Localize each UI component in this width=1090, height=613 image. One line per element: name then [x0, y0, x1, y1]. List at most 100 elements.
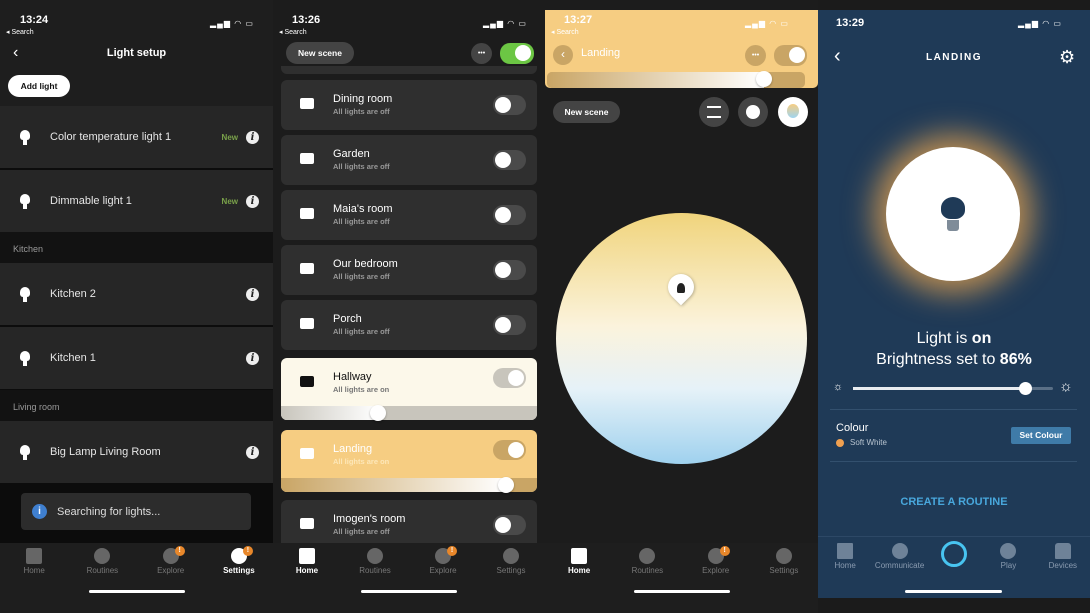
tab-home[interactable]: Home: [273, 548, 341, 613]
tab-settings[interactable]: Settings: [477, 548, 545, 613]
tab-routines[interactable]: Routines: [341, 548, 409, 613]
back-button[interactable]: ‹: [553, 45, 573, 65]
room-icon: [300, 263, 314, 274]
info-icon[interactable]: i: [246, 351, 259, 365]
room-toggle[interactable]: [493, 440, 526, 460]
more-button[interactable]: •••: [471, 43, 492, 64]
light-row[interactable]: Big Lamp Living Room i: [0, 421, 273, 483]
back-to-search[interactable]: ◂ Search: [551, 28, 579, 36]
brightness-low-icon: ☼: [833, 381, 844, 393]
tab-settings[interactable]: ! Settings: [205, 546, 273, 613]
home-indicator: [905, 590, 1002, 593]
list-view-icon[interactable]: [699, 97, 729, 127]
home-display-icon: [837, 543, 854, 559]
page-title: LANDING: [925, 52, 983, 63]
searching-toast: i Searching for lights...: [21, 493, 251, 530]
tab-bar: Home Routines ! Explore ! Settings: [0, 543, 273, 613]
light-row[interactable]: Color temperature light 1 New i: [0, 106, 273, 168]
new-scene-button[interactable]: New scene: [286, 42, 354, 64]
brightness-slider[interactable]: [547, 71, 805, 88]
landing-room-screen: 13:27 ◂ Search ▂▄▆ ◠ ▭ ‹ Landing ••• New…: [545, 0, 818, 613]
room-card[interactable]: Landing All lights are on: [281, 430, 537, 493]
notification-badge: !: [242, 546, 253, 556]
brightness-high-icon: ☼: [1059, 378, 1073, 395]
room-card[interactable]: Porch All lights are off: [281, 300, 537, 350]
tab-explore[interactable]: ! Explore: [409, 546, 477, 613]
room-card[interactable]: Our bedroom All lights are off: [281, 245, 537, 295]
add-light-button[interactable]: Add light: [8, 75, 70, 97]
room-toggle[interactable]: [493, 205, 526, 225]
create-routine-link[interactable]: CREATE A ROUTINE: [818, 496, 1090, 508]
back-to-search[interactable]: ◂ Search: [6, 28, 34, 36]
home-icon: [571, 548, 588, 564]
tab-bar: Home Routines ! Explore Settings: [545, 543, 818, 613]
tab-settings[interactable]: Settings: [750, 548, 818, 613]
light-name: Color temperature light 1: [50, 131, 172, 143]
tab-routines[interactable]: Routines: [68, 548, 136, 613]
tab-bar: Home Routines ! Explore Settings: [273, 543, 545, 613]
room-name: Porch: [333, 313, 362, 325]
light-row[interactable]: Kitchen 2 i: [0, 263, 273, 325]
room-title: Landing: [581, 47, 621, 59]
notification-badge: !: [719, 546, 730, 556]
light-name: Dimmable light 1: [50, 195, 132, 207]
room-card[interactable]: Hallway All lights are on: [281, 358, 537, 421]
light-row[interactable]: Dimmable light 1 New i: [0, 170, 273, 232]
status-icons: ▂▄▆ ◠ ▭: [1018, 19, 1062, 28]
play-icon: [1000, 543, 1017, 559]
room-toggle[interactable]: [774, 45, 807, 66]
tab-routines[interactable]: Routines: [613, 548, 681, 613]
room-toggle[interactable]: [493, 515, 526, 535]
more-button[interactable]: •••: [745, 45, 766, 66]
tab-home[interactable]: Home: [818, 543, 872, 598]
info-icon[interactable]: i: [246, 287, 259, 301]
palette-icon[interactable]: [738, 97, 768, 127]
room-toggle[interactable]: [493, 95, 526, 115]
gear-icon[interactable]: ⚙: [1059, 47, 1075, 68]
room-status: All lights are on: [333, 457, 390, 466]
brightness-slider[interactable]: [281, 405, 537, 421]
bulb-icon: [20, 350, 30, 366]
tab-explore[interactable]: ! Explore: [682, 546, 750, 613]
room-name: Maia's room: [333, 203, 393, 215]
room-card[interactable]: Garden All lights are off: [281, 135, 537, 185]
room-status: All lights are off: [333, 272, 390, 281]
info-icon[interactable]: i: [246, 445, 259, 459]
room-icon: [300, 448, 314, 459]
room-toggle[interactable]: [493, 260, 526, 280]
brightness-slider[interactable]: [853, 382, 1053, 395]
alexa-ring-icon: [941, 541, 968, 567]
brightness-slider[interactable]: [281, 477, 537, 493]
set-colour-button[interactable]: Set Colour: [1011, 427, 1071, 444]
new-scene-button[interactable]: New scene: [553, 101, 620, 123]
color-temperature-wheel[interactable]: [556, 213, 807, 464]
status-time: 13:24: [20, 14, 49, 26]
back-to-search[interactable]: ◂ Search: [279, 28, 307, 36]
all-lights-toggle[interactable]: [500, 43, 534, 64]
info-icon[interactable]: i: [246, 130, 259, 144]
info-icon: i: [32, 504, 47, 519]
tab-devices[interactable]: Devices: [1036, 543, 1090, 598]
room-toggle[interactable]: [493, 368, 526, 388]
home-icon: [26, 548, 43, 564]
tab-home[interactable]: Home: [0, 548, 68, 613]
tab-home[interactable]: Home: [545, 548, 613, 613]
section-header-living-room: Living room: [0, 390, 273, 421]
room-name: Imogen's room: [333, 513, 406, 525]
home-icon: [299, 548, 315, 564]
gear-icon: [503, 548, 519, 564]
tab-explore[interactable]: ! Explore: [137, 546, 205, 613]
color-temperature-icon[interactable]: [778, 97, 808, 127]
clock-icon: [367, 548, 383, 564]
room-card[interactable]: Dining room All lights are off: [281, 80, 537, 130]
home-indicator: [88, 590, 185, 593]
light-row[interactable]: Kitchen 1 i: [0, 327, 273, 389]
room-toggle[interactable]: [493, 315, 526, 335]
section-header-kitchen: Kitchen: [0, 232, 273, 263]
room-card[interactable]: Maia's room All lights are off: [281, 190, 537, 240]
room-toggle[interactable]: [493, 150, 526, 170]
light-state-text: Light is on: [916, 330, 992, 347]
status-time: 13:29: [836, 17, 865, 29]
notification-badge: !: [174, 546, 185, 556]
info-icon[interactable]: i: [246, 194, 259, 208]
